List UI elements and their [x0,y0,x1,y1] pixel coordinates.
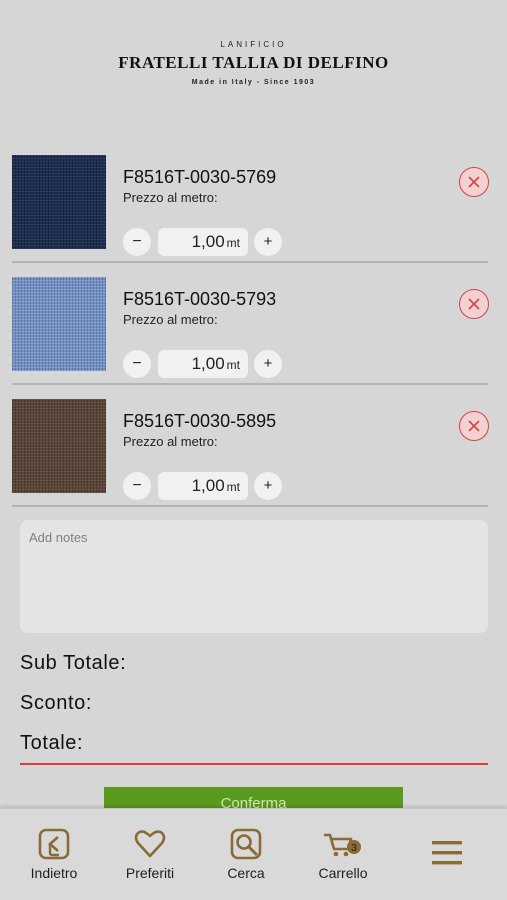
quantity-decrease-button[interactable]: − [123,228,151,256]
product-code: F8516T-0030-5769 [123,167,277,187]
discount-label: Sconto: [20,692,93,714]
tab-menu[interactable] [407,838,487,868]
cart-item: F8516T-0030-5895 Prezzo al metro: − 1,00… [12,399,489,507]
quantity-field[interactable]: 1,00 mt [158,350,248,378]
total-divider [20,763,488,765]
tab-back-label: Indietro [30,865,78,881]
fabric-swatch[interactable] [12,277,106,371]
cart-badge-count: 3 [351,843,357,854]
brand-logo-name: FRATELLI TALLIA DI DELFINO [118,53,389,72]
hamburger-menu-icon [432,841,462,865]
quantity-unit: mt [226,358,240,372]
quantity-decrease-button[interactable]: − [123,472,151,500]
cart-item: F8516T-0030-5769 Prezzo al metro: − 1,00… [12,155,489,263]
product-code: F8516T-0030-5793 [123,289,277,309]
price-per-meter-label: Prezzo al metro: [123,312,218,327]
brand-top-text: LANIFICIO [220,40,287,49]
total-label: Totale: [20,732,84,754]
fabric-swatch[interactable] [12,399,106,493]
quantity-field[interactable]: 1,00 mt [158,228,248,256]
price-per-meter-label: Prezzo al metro: [123,434,218,449]
quantity-increase-button[interactable]: + [254,472,282,500]
cart-icon: 3 [324,833,361,857]
remove-item-button[interactable] [459,411,489,441]
remove-item-button[interactable] [459,289,489,319]
quantity-value: 1,00 [191,354,225,373]
brand-tagline: Made in Italy - Since 1903 [191,79,316,86]
bottom-tab-bar: Indietro Preferiti Cerca 3 Carrello [0,808,507,900]
close-icon [468,176,480,188]
product-code: F8516T-0030-5895 [123,411,277,431]
tab-favorites[interactable]: Preferiti [110,827,190,881]
quantity-unit: mt [226,236,240,250]
subtotal-label: Sub Totale: [20,652,127,674]
search-icon [230,828,262,860]
fabric-swatch[interactable] [12,155,106,249]
brand-header: LANIFICIO FRATELLI TALLIA DI DELFINO Mad… [0,40,507,86]
back-arrow-icon [38,828,70,860]
confirm-button[interactable]: Conferma [104,787,403,809]
quantity-increase-button[interactable]: + [254,228,282,256]
close-icon [468,420,480,432]
quantity-value: 1,00 [191,232,225,251]
cart-item: F8516T-0030-5793 Prezzo al metro: − 1,00… [12,277,489,385]
quantity-value: 1,00 [191,476,225,495]
quantity-decrease-button[interactable]: − [123,350,151,378]
tab-back[interactable]: Indietro [14,827,94,881]
tab-cart[interactable]: 3 Carrello [303,827,383,881]
heart-icon [134,830,166,858]
quantity-unit: mt [226,480,240,494]
price-per-meter-label: Prezzo al metro: [123,190,218,205]
close-icon [468,298,480,310]
tab-favorites-label: Preferiti [125,865,175,881]
tab-cart-label: Carrello [318,865,368,881]
tab-search-label: Cerca [227,865,265,881]
quantity-increase-button[interactable]: + [254,350,282,378]
remove-item-button[interactable] [459,167,489,197]
notes-input[interactable] [20,520,488,633]
tab-search[interactable]: Cerca [206,827,286,881]
quantity-field[interactable]: 1,00 mt [158,472,248,500]
